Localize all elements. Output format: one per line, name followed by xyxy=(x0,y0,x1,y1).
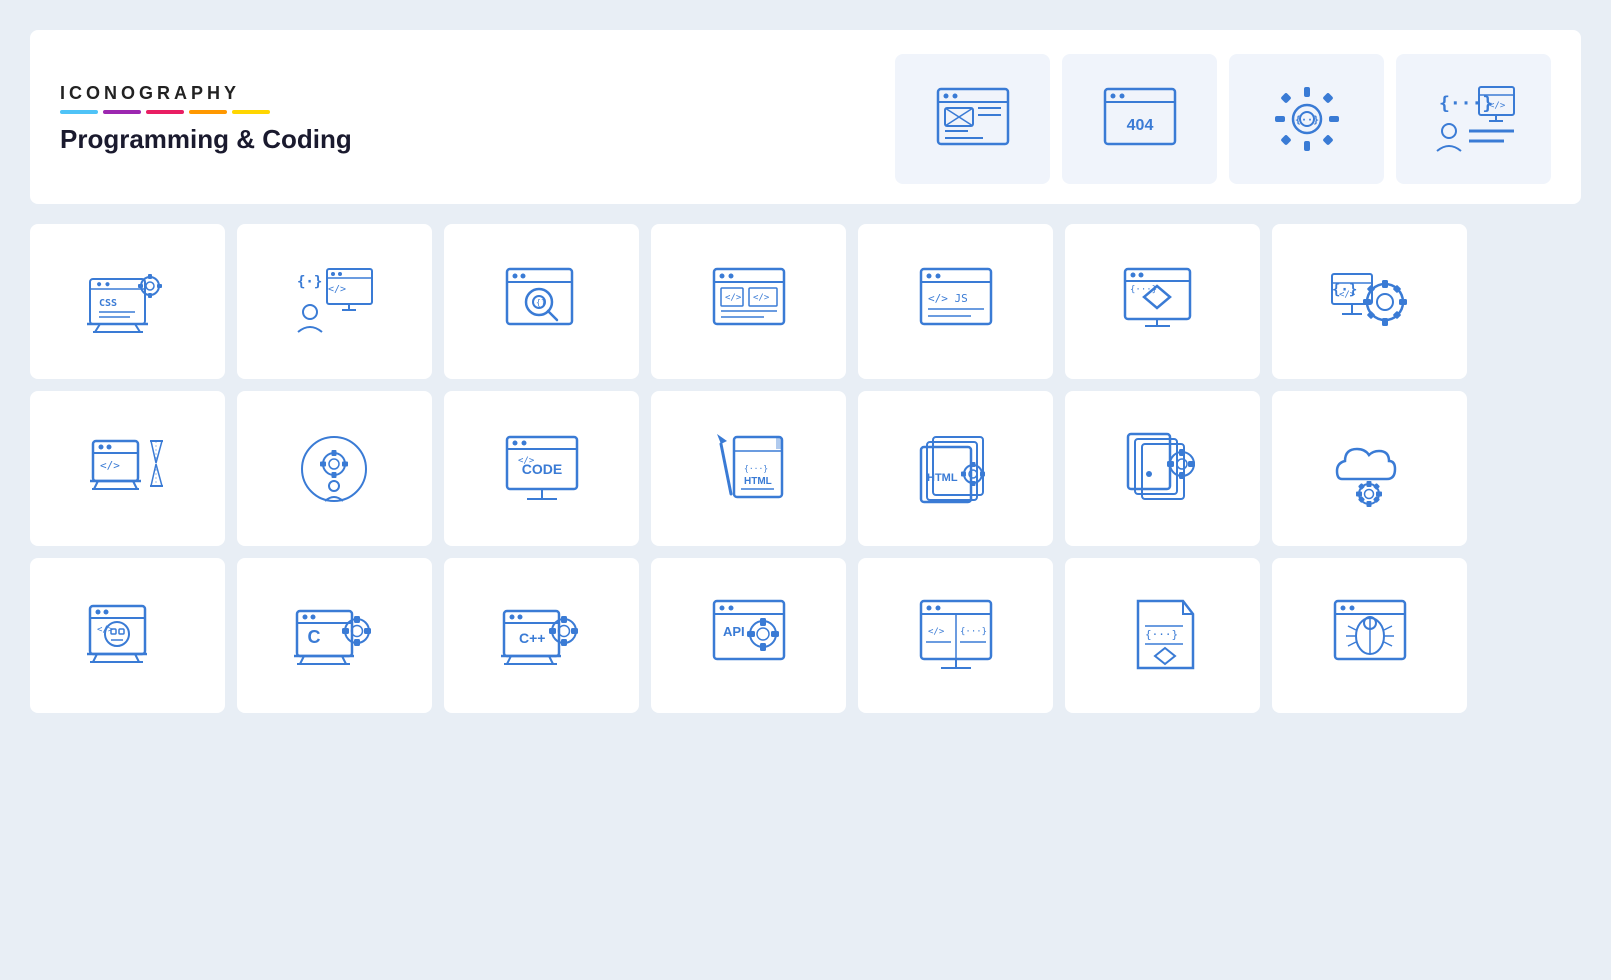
svg-text:API: API xyxy=(723,624,745,639)
css-settings-icon: ● ● CSS xyxy=(30,224,225,379)
svg-text:{···}: {···} xyxy=(1145,628,1178,641)
settings-developer-icon xyxy=(237,391,432,546)
icon-row-3: </> C xyxy=(30,558,1581,713)
icons-grid: ● ● CSS {·} xyxy=(30,224,1581,713)
svg-text:HTML: HTML xyxy=(744,476,772,487)
svg-text:</>: </> xyxy=(753,293,770,303)
brand-line-1 xyxy=(60,110,98,114)
brand-line-2 xyxy=(103,110,141,114)
svg-text:{···}: {···} xyxy=(1439,93,1493,114)
svg-text:{·}: {·} xyxy=(297,274,322,290)
code-developer-icon: {·} </> xyxy=(237,224,432,379)
code-book-icon: </> {···} xyxy=(858,558,1053,713)
coding-hourglass-icon: </> xyxy=(30,391,225,546)
js-icon: </> JS xyxy=(858,224,1053,379)
brand-section: ICONOGRAPHY Programming & Coding xyxy=(60,83,352,155)
404-header-icon: 404 xyxy=(1062,54,1217,184)
robot-code-icon: </> xyxy=(30,558,225,713)
svg-text:</>: </> xyxy=(725,293,742,303)
svg-text:{···}: {···} xyxy=(744,464,768,473)
svg-text:{}: {} xyxy=(536,298,546,307)
svg-text:{···}: {···} xyxy=(960,627,987,637)
web-layout-header-icon xyxy=(895,54,1050,184)
svg-text:404: 404 xyxy=(1126,117,1153,134)
svg-text:CSS: CSS xyxy=(99,298,117,309)
web-code-icon: </> </> xyxy=(651,224,846,379)
svg-text:C: C xyxy=(308,627,321,647)
code-gear-icon: {·} </> xyxy=(1272,224,1467,379)
page-title: Programming & Coding xyxy=(60,124,352,155)
brand-line-3 xyxy=(146,110,184,114)
svg-text:HTML: HTML xyxy=(927,472,958,484)
c-settings-icon: C xyxy=(237,558,432,713)
svg-text:</>: </> xyxy=(97,625,114,635)
code-settings-header-icon: {··} xyxy=(1229,54,1384,184)
svg-text:</>: </> xyxy=(328,284,346,295)
code-diamond-icon: {···} xyxy=(1065,558,1260,713)
cloud-settings-icon xyxy=(1272,391,1467,546)
svg-text:</> JS: </> JS xyxy=(928,292,968,305)
developer-header-icon: {···} </> xyxy=(1396,54,1551,184)
code-monitor-icon: CODE </> xyxy=(444,391,639,546)
svg-text:</>: </> xyxy=(100,459,120,472)
api-settings-icon: API xyxy=(651,558,846,713)
svg-text:{···}: {···} xyxy=(1130,285,1157,295)
html-settings-icon: HTML xyxy=(858,391,1053,546)
svg-text:</>: </> xyxy=(1339,290,1356,300)
brand-line-4 xyxy=(189,110,227,114)
file-gear-icon xyxy=(1065,391,1260,546)
icon-row-1: ● ● CSS {·} xyxy=(30,224,1581,379)
html-notebook-icon: {···} HTML xyxy=(651,391,846,546)
ruby-monitor-icon: {···} xyxy=(1065,224,1260,379)
svg-text:</>: </> xyxy=(1489,101,1506,111)
svg-text:C++: C++ xyxy=(519,630,545,646)
code-search-icon: {} xyxy=(444,224,639,379)
header: ICONOGRAPHY Programming & Coding xyxy=(30,30,1581,204)
brand-lines xyxy=(60,110,352,114)
brand-name: ICONOGRAPHY xyxy=(60,83,352,104)
brand-line-5 xyxy=(232,110,270,114)
header-icons: 404 {··} xyxy=(895,54,1551,184)
cpp-settings-icon: C++ xyxy=(444,558,639,713)
svg-text:{··}: {··} xyxy=(1294,115,1318,126)
svg-text:</>: </> xyxy=(928,627,945,637)
bug-browser-icon xyxy=(1272,558,1467,713)
svg-text:● ●: ● ● xyxy=(97,280,110,288)
icon-row-2: </> xyxy=(30,391,1581,546)
svg-text:</>: </> xyxy=(518,456,535,466)
